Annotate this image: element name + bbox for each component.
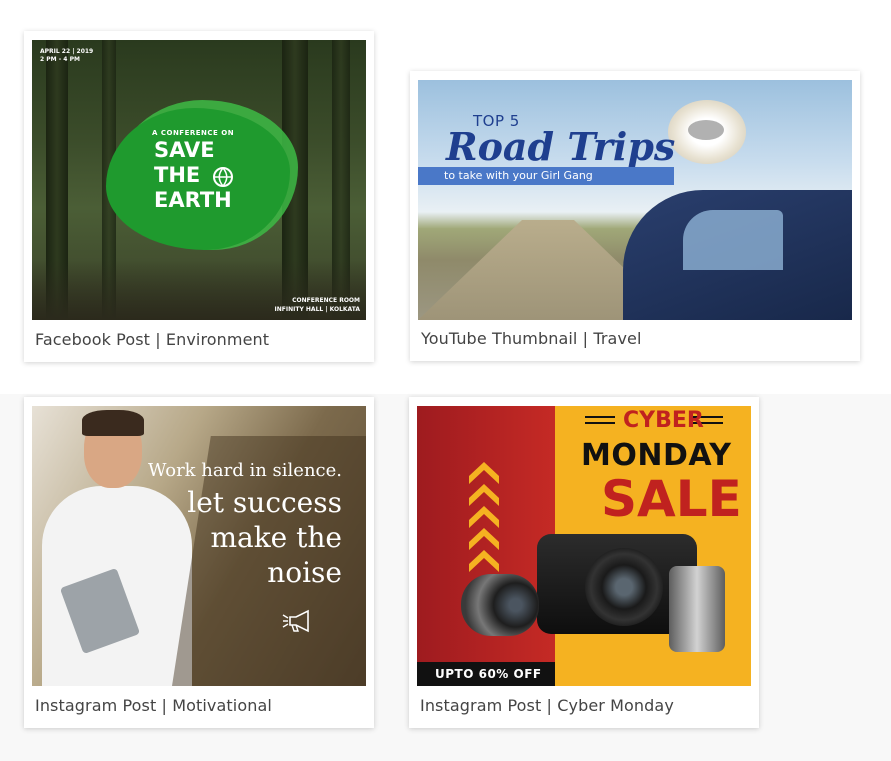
subtitle-banner: to take with your Girl Gang [418, 167, 674, 185]
event-date: APRIL 22 | 2019 [40, 48, 94, 55]
template-thumbnail[interactable]: CYBER MONDAY SALE UPTO 60% OFF [417, 406, 751, 686]
template-card-travel[interactable]: TOP 5 Road Trips to take with your Girl … [410, 71, 860, 361]
car-window [683, 210, 783, 270]
cyber-monday-background: CYBER MONDAY SALE UPTO 60% OFF [417, 406, 751, 686]
cyber-word: CYBER [623, 408, 704, 433]
offer-text: UPTO 60% OFF [435, 667, 542, 681]
template-thumbnail[interactable]: APRIL 22 | 2019 2 PM - 4 PM A CONFERENCE… [32, 40, 366, 320]
lens-right [669, 566, 725, 652]
monday-word: MONDAY [581, 438, 732, 473]
template-thumbnail[interactable]: Work hard in silence. let success make t… [32, 406, 366, 686]
quote-line-3: make the [210, 521, 342, 554]
camera-lens [585, 548, 663, 626]
offer-banner: UPTO 60% OFF [417, 662, 555, 686]
road-trips-title: Road Trips [446, 124, 676, 169]
headline-the: THE [154, 163, 201, 187]
template-card-cyber-monday[interactable]: CYBER MONDAY SALE UPTO 60% OFF Instagram… [409, 397, 759, 728]
megaphone-icon [282, 609, 318, 637]
quote-line-1: Work hard in silence. [147, 460, 342, 481]
template-card-motivational[interactable]: Work hard in silence. let success make t… [24, 397, 374, 728]
quote-line-4: noise [267, 556, 342, 589]
chevron-arrows-icon [467, 456, 501, 580]
sale-word: SALE [601, 470, 742, 528]
quote-line-2: let success [187, 486, 342, 519]
headline-earth: EARTH [154, 188, 232, 212]
forest-background: APRIL 22 | 2019 2 PM - 4 PM A CONFERENCE… [32, 40, 366, 320]
office-background: Work hard in silence. let success make t… [32, 406, 366, 686]
headline-save: SAVE [154, 138, 215, 162]
template-caption[interactable]: Instagram Post | Cyber Monday [420, 696, 674, 715]
road-background: TOP 5 Road Trips to take with your Girl … [418, 80, 852, 320]
venue-hall: INFINITY HALL | KOLKATA [274, 306, 360, 313]
lens-left [461, 574, 539, 636]
conference-kicker: A CONFERENCE ON [152, 129, 235, 137]
template-caption[interactable]: Facebook Post | Environment [35, 330, 269, 349]
subtitle-text: to take with your Girl Gang [444, 169, 593, 182]
event-time: 2 PM - 4 PM [40, 56, 80, 63]
template-card-environment[interactable]: APRIL 22 | 2019 2 PM - 4 PM A CONFERENCE… [24, 31, 374, 362]
template-caption[interactable]: YouTube Thumbnail | Travel [421, 329, 642, 348]
template-thumbnail[interactable]: TOP 5 Road Trips to take with your Girl … [418, 80, 852, 320]
template-caption[interactable]: Instagram Post | Motivational [35, 696, 272, 715]
venue-room: CONFERENCE ROOM [292, 297, 360, 304]
